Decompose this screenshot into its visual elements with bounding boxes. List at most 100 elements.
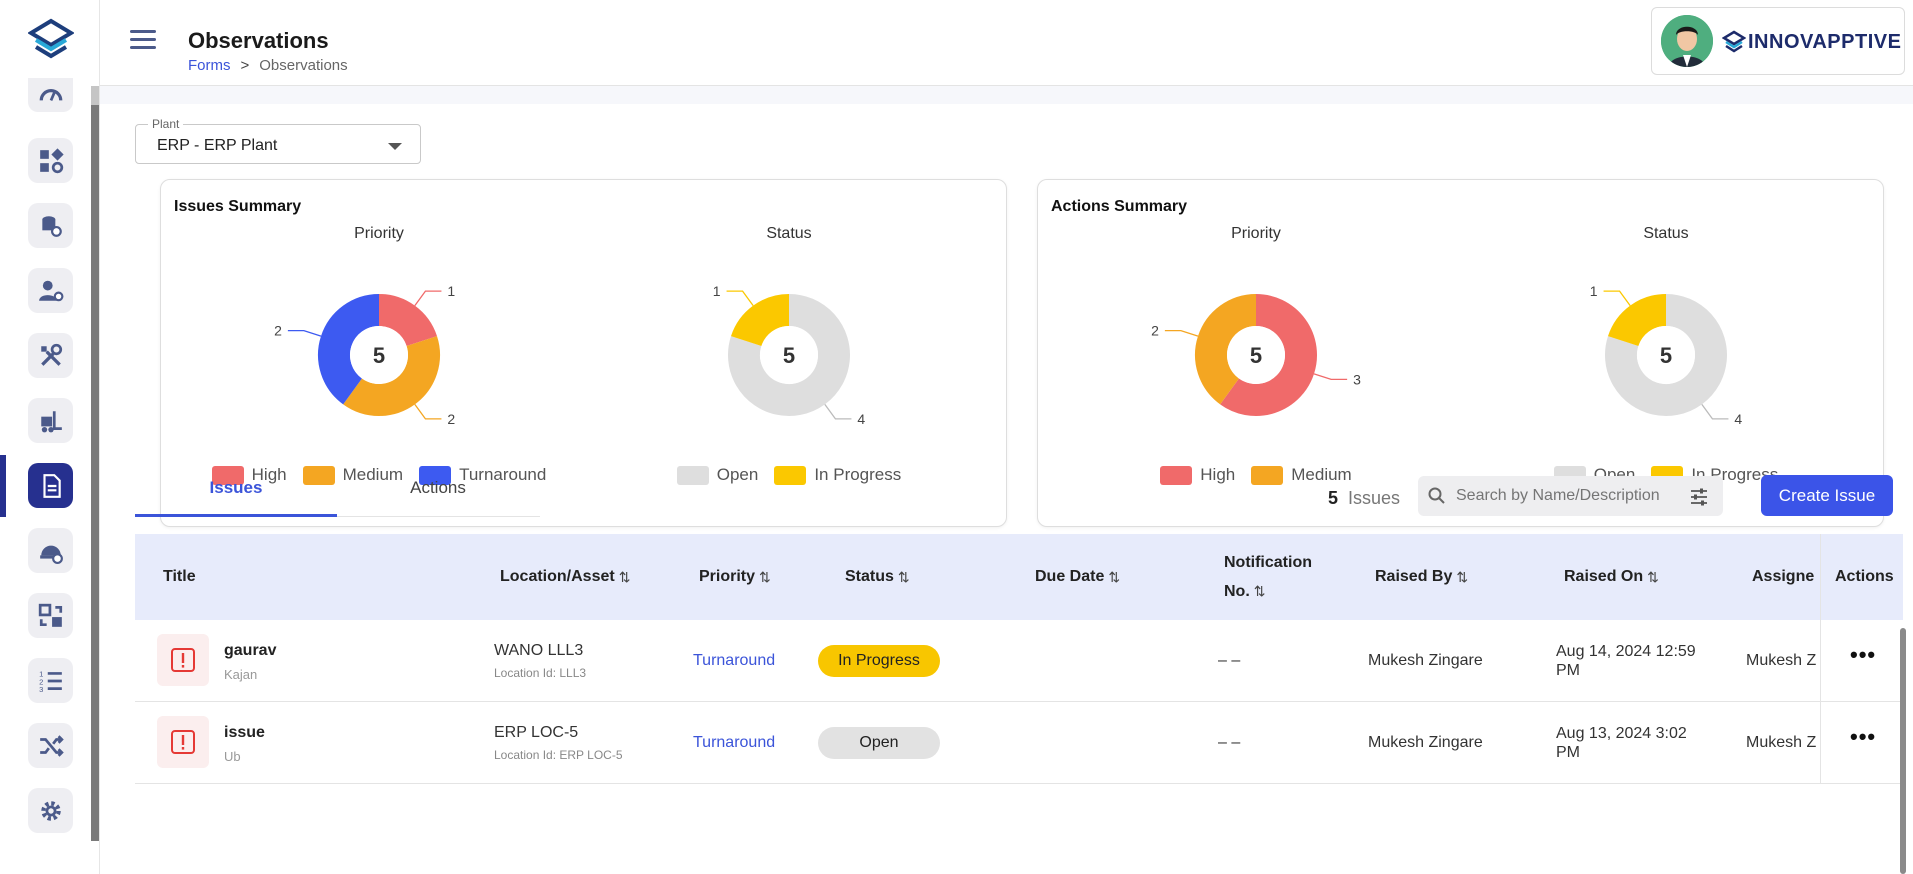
- data-label: 2: [447, 411, 455, 427]
- header-due-date[interactable]: Due Date ⇅: [1035, 534, 1120, 620]
- row-assignee: Mukesh Z: [1746, 652, 1817, 669]
- sort-icon[interactable]: ⇅: [898, 563, 910, 591]
- row-subtitle: Ub: [224, 749, 241, 764]
- header-priority[interactable]: Priority ⇅: [699, 534, 771, 620]
- leader-line: [726, 290, 754, 307]
- nav-gauge[interactable]: [28, 78, 73, 112]
- table-row[interactable]: issue Ub ERP LOC-5 Location Id: ERP LOC-…: [135, 702, 1903, 784]
- issue-count-number: 5: [1328, 488, 1339, 508]
- legend-swatch: [1251, 465, 1284, 485]
- row-title[interactable]: gaurav: [224, 642, 276, 660]
- sort-icon[interactable]: ⇅: [1456, 563, 1468, 591]
- sort-icon[interactable]: ⇅: [1254, 583, 1266, 599]
- nav-forms[interactable]: [28, 463, 73, 508]
- main-area: Plant ERP - ERP Plant Issues Summary Pri…: [100, 86, 1913, 874]
- header-notification-label: Notification: [1224, 553, 1312, 571]
- search-box[interactable]: [1418, 476, 1723, 516]
- header-due-date-label: Due Date: [1035, 568, 1105, 585]
- header-raised-by-label: Raised By: [1375, 568, 1453, 585]
- sort-icon[interactable]: ⇅: [619, 563, 631, 591]
- priority-link[interactable]: Turnaround: [693, 652, 775, 670]
- nav-list[interactable]: 123: [28, 658, 73, 703]
- avatar[interactable]: [1661, 15, 1713, 67]
- nav-settings[interactable]: [28, 788, 73, 833]
- nav-shuffle[interactable]: [28, 723, 73, 768]
- sort-icon[interactable]: ⇅: [1108, 563, 1120, 591]
- row-subtitle: Kajan: [224, 667, 258, 682]
- legend-item[interactable]: Medium: [1251, 465, 1352, 485]
- filter-sliders-icon[interactable]: [1689, 487, 1709, 507]
- legend-swatch: [1160, 465, 1193, 485]
- legend-item[interactable]: In Progress: [774, 465, 901, 485]
- forklift-icon: [40, 410, 62, 432]
- header-assignee-label: Assigne: [1752, 568, 1815, 585]
- avatar-image: [1661, 15, 1713, 67]
- plant-select[interactable]: Plant ERP - ERP Plant: [135, 117, 421, 164]
- table-header: Title Location/Asset ⇅ Priority ⇅ Status ⇅ …: [135, 534, 1903, 620]
- header-raised-by[interactable]: Raised By ⇅: [1375, 534, 1468, 620]
- exclamation-icon: [171, 648, 195, 672]
- row-location: WANO LLL3: [494, 642, 584, 659]
- leader-line: [1313, 373, 1348, 381]
- content-panel: Plant ERP - ERP Plant Issues Summary Pri…: [100, 104, 1913, 874]
- search-input[interactable]: [1456, 476, 1676, 516]
- header-title-label: Title: [163, 568, 196, 585]
- nav-database[interactable]: [28, 203, 73, 248]
- row-status: In Progress: [818, 620, 940, 702]
- database-settings-icon: [41, 215, 62, 237]
- hamburger-line: [130, 38, 156, 41]
- nav-sync[interactable]: [28, 593, 73, 638]
- user-profile[interactable]: INNOVAPPTIVE: [1651, 7, 1905, 75]
- create-issue-button[interactable]: Create Issue: [1761, 475, 1893, 516]
- legend-item[interactable]: Open: [676, 465, 758, 485]
- row-raised-by: Mukesh Zingare: [1368, 734, 1483, 751]
- plant-label: Plant: [148, 117, 184, 131]
- legend-label: High: [1200, 465, 1236, 484]
- tab-issues[interactable]: Issues: [135, 459, 337, 517]
- legend-item[interactable]: High: [1160, 465, 1235, 485]
- brand-logo-icon: [1722, 30, 1746, 53]
- row-priority: Turnaround: [693, 620, 775, 702]
- row-location-id: Location Id: LLL3: [494, 666, 587, 680]
- donut-center-total: 5: [1250, 343, 1262, 368]
- row-location-id: Location Id: ERP LOC-5: [494, 748, 623, 762]
- sort-icon[interactable]: ⇅: [759, 563, 771, 591]
- row-title[interactable]: issue: [224, 724, 265, 742]
- header-assignee: Assigne: [1752, 534, 1814, 620]
- nav-safety[interactable]: [28, 528, 73, 573]
- menu-toggle-button[interactable]: [130, 30, 156, 52]
- nav-forklift[interactable]: [28, 398, 73, 443]
- data-label: 4: [857, 411, 865, 427]
- page-title: Observations: [188, 28, 329, 53]
- nav-user-settings[interactable]: [28, 268, 73, 313]
- donut-center-total: 5: [373, 343, 385, 368]
- sidebar: 123: [0, 0, 99, 874]
- row-actions-cell: •••: [1820, 702, 1903, 783]
- legend-label: Medium: [1291, 465, 1352, 484]
- row-raised-on-date: Aug 14, 2024 12:59: [1556, 643, 1696, 660]
- priority-link[interactable]: Turnaround: [693, 734, 775, 752]
- nav-tools[interactable]: [28, 333, 73, 378]
- sort-icon[interactable]: ⇅: [1647, 563, 1659, 591]
- status-badge: Open: [818, 727, 940, 759]
- table-scrollbar[interactable]: [1900, 628, 1906, 874]
- row-notification: – –: [1218, 734, 1241, 751]
- header-status[interactable]: Status ⇅: [845, 534, 910, 620]
- header-notification[interactable]: Notification No. ⇅: [1224, 534, 1312, 620]
- nav-dashboard[interactable]: [28, 138, 73, 183]
- leader-line: [1603, 290, 1631, 307]
- header-notification-sub: No. ⇅: [1224, 577, 1266, 606]
- more-options-icon[interactable]: •••: [1850, 642, 1876, 668]
- breadcrumb-forms-link[interactable]: Forms: [188, 57, 231, 74]
- header-raised-on[interactable]: Raised On ⇅: [1564, 534, 1659, 620]
- donut-center-total: 5: [783, 343, 795, 368]
- sidebar-scrollbar[interactable]: [91, 105, 99, 841]
- shuffle-icon: [39, 734, 64, 757]
- table-row[interactable]: gaurav Kajan WANO LLL3 Location Id: LLL3…: [135, 620, 1903, 702]
- app-logo[interactable]: [28, 18, 74, 64]
- hamburger-line: [130, 46, 156, 49]
- tab-actions[interactable]: Actions: [337, 459, 539, 517]
- leader-line: [414, 403, 442, 420]
- more-options-icon[interactable]: •••: [1850, 724, 1876, 750]
- header-location[interactable]: Location/Asset ⇅: [500, 534, 630, 620]
